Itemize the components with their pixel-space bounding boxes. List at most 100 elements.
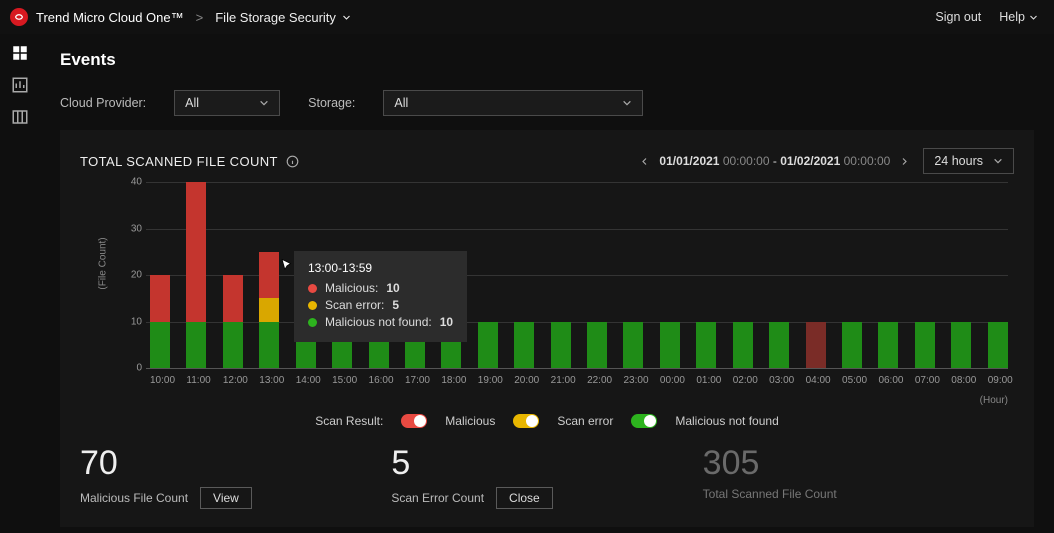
tooltip-title: 13:00-13:59 (308, 261, 453, 275)
bar-0700[interactable] (915, 182, 935, 368)
tooltip-notfound-value: 10 (440, 315, 453, 329)
cloud-provider-label: Cloud Provider: (60, 96, 146, 110)
view-button[interactable]: View (200, 487, 252, 509)
x-tick: 15:00 (332, 375, 352, 386)
bar-0000[interactable] (660, 182, 680, 368)
x-tick: 12:00 (223, 375, 243, 386)
x-tick: 18:00 (441, 375, 461, 386)
columns-icon[interactable] (11, 108, 29, 126)
breadcrumb-separator: > (196, 10, 204, 25)
x-tick: 16:00 (369, 375, 389, 386)
legend-scan-error: Scan error (557, 414, 613, 428)
chart-icon[interactable] (11, 76, 29, 94)
chevron-down-icon (993, 156, 1003, 166)
sign-out-link[interactable]: Sign out (935, 10, 981, 24)
x-tick: 03:00 (769, 375, 789, 386)
bar-2300[interactable] (623, 182, 643, 368)
x-tick: 19:00 (478, 375, 498, 386)
y-tick: 40 (120, 177, 142, 188)
bar-chart[interactable]: 010203040 10:0011:0012:0013:0014:0015:00… (120, 182, 1008, 368)
bar-0600[interactable] (878, 182, 898, 368)
stat-error-label: Scan Error Count (391, 491, 484, 505)
bar-1000[interactable] (150, 182, 170, 368)
x-tick: 10:00 (150, 375, 170, 386)
range-next-icon[interactable] (900, 157, 909, 166)
info-icon[interactable] (286, 155, 299, 168)
y-tick: 30 (120, 223, 142, 234)
legend-malicious: Malicious (445, 414, 495, 428)
dot-red-icon (308, 284, 317, 293)
x-tick: 17:00 (405, 375, 425, 386)
filter-bar: Cloud Provider: All Storage: All (60, 90, 1034, 116)
bar-2100[interactable] (551, 182, 571, 368)
tooltip-malicious-label: Malicious: (325, 281, 378, 295)
range-prev-icon[interactable] (640, 157, 649, 166)
left-nav-rail (0, 34, 40, 533)
bar-2000[interactable] (514, 182, 534, 368)
bar-0400[interactable] (806, 182, 826, 368)
bar-2200[interactable] (587, 182, 607, 368)
storage-select[interactable]: All (383, 90, 643, 116)
cloud-provider-value: All (185, 96, 199, 110)
bar-0200[interactable] (733, 182, 753, 368)
panel-title: TOTAL SCANNED FILE COUNT (80, 154, 278, 169)
x-tick: 21:00 (551, 375, 571, 386)
x-tick: 07:00 (915, 375, 935, 386)
toggle-not-found[interactable] (631, 414, 657, 428)
bar-0100[interactable] (696, 182, 716, 368)
x-tick: 08:00 (951, 375, 971, 386)
breadcrumb-service-dropdown[interactable]: File Storage Security (215, 10, 351, 25)
bar-0500[interactable] (842, 182, 862, 368)
x-tick: 04:00 (806, 375, 826, 386)
main-content: Events Cloud Provider: All Storage: All … (40, 34, 1054, 533)
x-tick: 20:00 (514, 375, 534, 386)
stats-row: 70 Malicious File Count View 5 Scan Erro… (80, 444, 1014, 509)
bar-1100[interactable] (186, 182, 206, 368)
x-tick: 00:00 (660, 375, 680, 386)
dashboard-icon[interactable] (11, 44, 29, 62)
bar-1300[interactable] (259, 182, 279, 368)
chart-tooltip: 13:00-13:59 Malicious: 10 Scan error: 5 … (294, 251, 467, 342)
y-axis-label: (File Count) (98, 237, 109, 289)
x-tick: 02:00 (733, 375, 753, 386)
toggle-malicious[interactable] (401, 414, 427, 428)
help-dropdown[interactable]: Help (999, 10, 1038, 24)
chevron-down-icon (1029, 13, 1038, 22)
x-tick: 23:00 (623, 375, 643, 386)
x-tick: 13:00 (259, 375, 279, 386)
x-tick: 11:00 (186, 375, 206, 386)
help-label: Help (999, 10, 1025, 24)
x-tick: 14:00 (296, 375, 316, 386)
stat-total-label: Total Scanned File Count (703, 487, 837, 501)
x-tick: 09:00 (988, 375, 1008, 386)
bar-0800[interactable] (951, 182, 971, 368)
bar-0900[interactable] (988, 182, 1008, 368)
stat-total-value: 305 (703, 444, 1014, 483)
chart-legend: Scan Result: Malicious Scan error Malici… (80, 414, 1014, 428)
x-tick: 06:00 (878, 375, 898, 386)
tooltip-notfound-label: Malicious not found: (325, 315, 432, 329)
cloud-provider-select[interactable]: All (174, 90, 280, 116)
chevron-down-icon (259, 98, 269, 108)
bar-1200[interactable] (223, 182, 243, 368)
toggle-scan-error[interactable] (513, 414, 539, 428)
breadcrumb-product[interactable]: Trend Micro Cloud One™ (36, 10, 184, 25)
stat-error-value: 5 (391, 444, 702, 483)
bar-1900[interactable] (478, 182, 498, 368)
close-button[interactable]: Close (496, 487, 553, 509)
tooltip-error-label: Scan error: (325, 298, 384, 312)
storage-value: All (394, 96, 408, 110)
chevron-down-icon (622, 98, 632, 108)
time-range-select[interactable]: 24 hours (923, 148, 1014, 174)
brand-logo-icon (10, 8, 28, 26)
x-tick: 01:00 (696, 375, 716, 386)
y-tick: 20 (120, 270, 142, 281)
tooltip-malicious-value: 10 (386, 281, 399, 295)
chevron-down-icon (342, 13, 351, 22)
bar-0300[interactable] (769, 182, 789, 368)
stat-malicious-value: 70 (80, 444, 391, 483)
time-range-value: 24 hours (934, 154, 983, 168)
breadcrumb-service-label: File Storage Security (215, 10, 336, 25)
legend-not-found: Malicious not found (675, 414, 778, 428)
top-bar: Trend Micro Cloud One™ > File Storage Se… (0, 0, 1054, 34)
